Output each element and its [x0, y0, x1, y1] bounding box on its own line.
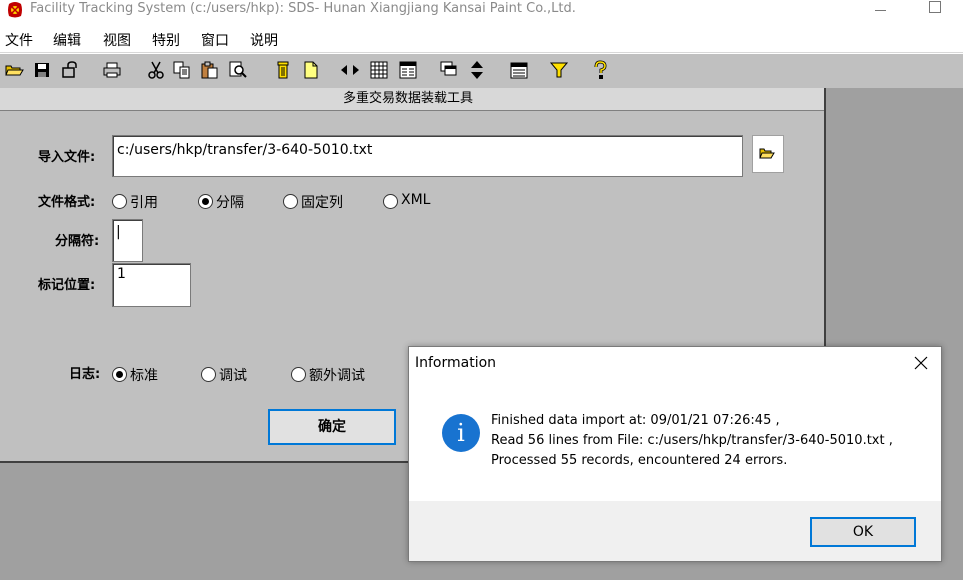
menu-bar: 文件 编辑 视图 特别 窗口 说明 — [0, 26, 963, 53]
maximize-button[interactable] — [926, 0, 946, 18]
log-label: 日志: — [69, 367, 101, 382]
menu-edit[interactable]: 编辑 — [53, 30, 81, 50]
save-icon[interactable] — [32, 60, 52, 80]
sort-lr-icon[interactable] — [340, 60, 360, 80]
sort-ud-icon[interactable] — [467, 60, 487, 80]
copy-icon[interactable] — [172, 60, 192, 80]
browse-button[interactable] — [752, 135, 784, 173]
child-window-title-text: 多重交易数据装载工具 — [342, 91, 473, 106]
dialog-message-line: Processed 55 records, encountered 24 err… — [491, 453, 788, 468]
delimiter-value: | — [116, 224, 121, 240]
minimize-button[interactable] — [871, 0, 891, 18]
cascade-icon[interactable] — [439, 60, 459, 80]
dialog-footer: OK — [409, 501, 941, 561]
import-file-input[interactable]: c:/users/hkp/transfer/3-640-5010.txt — [112, 135, 743, 177]
trash-icon[interactable] — [273, 60, 293, 80]
dialog-message-line: Read 56 lines from File: c:/users/hkp/tr… — [491, 433, 893, 448]
key-icon[interactable] — [60, 60, 80, 80]
menu-help[interactable]: 说明 — [250, 30, 278, 50]
print-icon[interactable] — [102, 60, 122, 80]
ok-button[interactable]: OK — [810, 517, 916, 547]
help-icon[interactable] — [590, 60, 610, 80]
grid-icon[interactable] — [369, 60, 389, 80]
marker-position-value: 1 — [117, 266, 126, 282]
paste-icon[interactable] — [200, 60, 220, 80]
form-icon[interactable] — [398, 60, 418, 80]
title-bar: Facility Tracking System (c:/users/hkp):… — [0, 0, 963, 26]
open-folder-icon[interactable] — [4, 60, 24, 80]
app-logo-icon — [6, 1, 24, 19]
menu-special[interactable]: 特别 — [152, 30, 180, 50]
delimiter-label: 分隔符: — [55, 234, 100, 249]
new-file-icon[interactable] — [301, 60, 321, 80]
dialog-message-line: Finished data import at: 09/01/21 07:26:… — [491, 413, 780, 428]
menu-window[interactable]: 窗口 — [201, 30, 229, 50]
open-folder-icon — [759, 148, 775, 159]
marker-position-input[interactable]: 1 — [112, 263, 191, 307]
window-title: Facility Tracking System (c:/users/hkp):… — [30, 1, 576, 16]
information-dialog: Information i Finished data import at: 0… — [408, 346, 942, 562]
marker-position-label: 标记位置: — [38, 278, 96, 293]
dialog-title: Information — [415, 355, 497, 371]
confirm-button[interactable]: 确定 — [268, 409, 396, 445]
import-file-label: 导入文件: — [38, 150, 96, 165]
filter-icon[interactable] — [549, 60, 569, 80]
child-window-title: 多重交易数据装载工具 — [0, 88, 824, 111]
close-icon[interactable] — [913, 355, 929, 371]
import-file-value: c:/users/hkp/transfer/3-640-5010.txt — [117, 142, 373, 158]
menu-file[interactable]: 文件 — [5, 30, 33, 50]
file-format-label: 文件格式: — [38, 195, 96, 210]
calendar-icon[interactable] — [509, 60, 529, 80]
toolbar — [0, 53, 963, 89]
delimiter-input[interactable]: | — [112, 219, 143, 262]
find-icon[interactable] — [228, 60, 248, 80]
cut-icon[interactable] — [146, 60, 166, 80]
info-icon: i — [442, 414, 480, 452]
menu-view[interactable]: 视图 — [103, 30, 131, 50]
